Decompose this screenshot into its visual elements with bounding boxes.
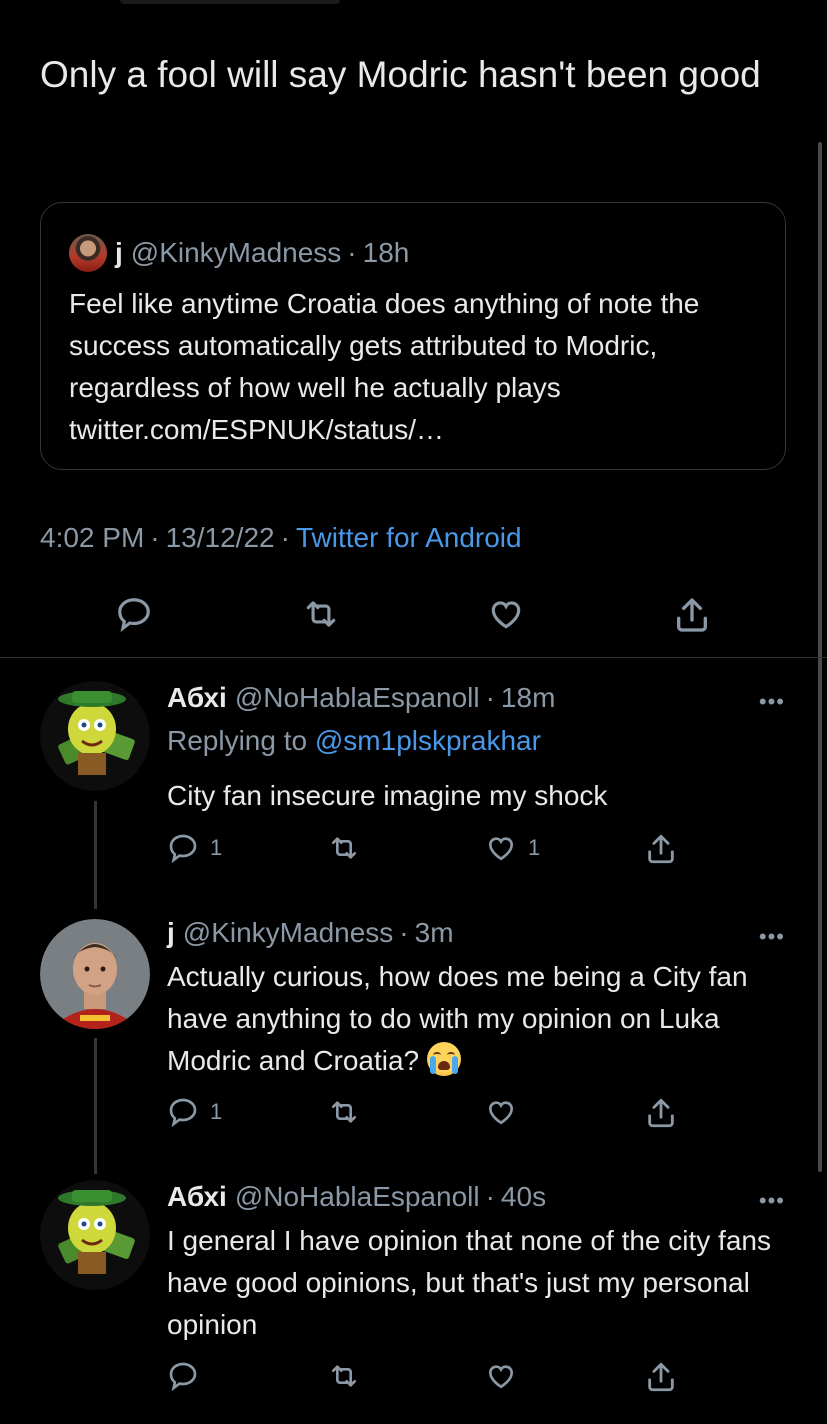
reply-button[interactable] — [166, 1360, 200, 1392]
like-icon — [488, 837, 514, 861]
share-button[interactable] — [672, 595, 712, 635]
share-icon — [648, 1362, 674, 1392]
retweet-button[interactable] — [300, 595, 342, 633]
like-button[interactable] — [486, 595, 526, 633]
retweet-icon — [306, 601, 336, 627]
reply-tweet-1[interactable]: Абхі @NoHablaEspanoll · 18m ••• Replying to… — [0, 681, 827, 921]
share-icon — [677, 598, 707, 632]
quoted-tweet-text: Feel like anytime Croatia does anything … — [69, 288, 700, 445]
tweet-text: Only a fool will say Modric hasn't been … — [40, 54, 761, 95]
replying-to-mention[interactable]: @sm1plskprakhar — [315, 725, 541, 756]
tweet-action-bar — [0, 595, 827, 635]
retweet-icon — [332, 1365, 356, 1387]
thread-line — [94, 801, 97, 909]
share-button[interactable] — [644, 832, 678, 866]
like-icon — [488, 1101, 514, 1125]
author-handle[interactable]: @KinkyMadness — [183, 917, 394, 948]
thread-line — [94, 1038, 97, 1174]
share-icon — [648, 1098, 674, 1128]
reply-count: 1 — [210, 835, 223, 860]
author-name[interactable]: Абхі — [167, 682, 227, 713]
reply-icon — [169, 1098, 197, 1128]
tweet-date[interactable]: 13/12/22 — [166, 522, 275, 553]
like-count: 1 — [528, 835, 541, 860]
quoted-author-name[interactable]: j — [115, 237, 123, 269]
reply-button[interactable] — [114, 595, 154, 633]
like-button[interactable]: 1 — [484, 832, 540, 864]
like-icon — [491, 601, 521, 629]
separator-dot: · — [347, 237, 357, 268]
replying-to-label: Replying to — [167, 725, 308, 756]
avatar[interactable] — [40, 1180, 150, 1290]
reply-count: 1 — [210, 1099, 223, 1124]
retweet-button[interactable] — [326, 1360, 362, 1392]
retweet-button[interactable] — [326, 1096, 362, 1128]
reply-tweet-2[interactable]: j @KinkyMadness · 3m ••• Actually curious, … — [0, 916, 827, 1176]
reply-age: 40s — [500, 1181, 547, 1212]
retweet-button[interactable] — [326, 832, 362, 864]
reply-button[interactable]: 1 — [166, 1096, 222, 1128]
quoted-tweet-age: 18h — [362, 237, 410, 268]
reply-age: 18m — [500, 682, 556, 713]
reply-header: Абхі @NoHablaEspanoll · 40s — [167, 1180, 546, 1214]
reply-age: 3m — [414, 917, 454, 948]
retweet-icon — [332, 837, 356, 859]
loudly-crying-face-icon — [426, 1042, 461, 1076]
tweet-time[interactable]: 4:02 PM — [40, 522, 144, 553]
share-icon — [648, 834, 674, 864]
reply-text: Actually curious, how does me being a Ci… — [167, 956, 797, 1082]
like-button[interactable] — [484, 1096, 518, 1128]
author-handle[interactable]: @NoHablaEspanoll — [235, 682, 480, 713]
quoted-author-handle[interactable]: @KinkyMadness — [131, 237, 342, 269]
top-edge — [120, 0, 340, 4]
share-button[interactable] — [644, 1360, 678, 1394]
reply-text: City fan insecure imagine my shock — [167, 780, 608, 811]
separator-dot: · — [150, 522, 160, 553]
reply-tweet-3[interactable]: Абхі @NoHablaEspanoll · 40s ••• I general I… — [0, 1180, 827, 1410]
reply-icon — [169, 834, 197, 864]
quoted-author-avatar[interactable] — [69, 234, 107, 272]
separator-dot: · — [485, 682, 495, 713]
retweet-icon — [332, 1101, 356, 1123]
share-button[interactable] — [644, 1096, 678, 1130]
author-handle[interactable]: @NoHablaEspanoll — [235, 1181, 480, 1212]
avatar[interactable] — [40, 919, 150, 1029]
divider — [0, 657, 827, 658]
tweet-meta: 4:02 PM · 13/12/22 · Twitter for Android — [40, 522, 522, 554]
tweet-thread-screen: Only a fool will say Modric hasn't been … — [0, 0, 827, 1424]
reply-icon — [169, 1362, 197, 1392]
tweet-source-link[interactable]: Twitter for Android — [296, 522, 522, 553]
quoted-tweet-header: j @KinkyMadness · 18h — [69, 233, 409, 273]
replying-to: Replying to @sm1plskprakhar — [167, 725, 541, 757]
like-icon — [488, 1365, 514, 1389]
reply-text: I general I have opinion that none of th… — [167, 1225, 771, 1340]
author-name[interactable]: j — [167, 917, 175, 948]
reply-header: j @KinkyMadness · 3m — [167, 916, 454, 950]
avatar[interactable] — [40, 681, 150, 791]
separator-dot: · — [485, 1181, 495, 1212]
more-icon[interactable]: ••• — [759, 1188, 785, 1214]
quoted-tweet[interactable]: j @KinkyMadness · 18h Feel like anytime … — [40, 202, 786, 470]
reply-icon — [118, 598, 150, 633]
more-icon[interactable]: ••• — [759, 924, 785, 950]
more-icon[interactable]: ••• — [759, 689, 785, 715]
reply-header: Абхі @NoHablaEspanoll · 18m — [167, 681, 555, 715]
separator-dot: · — [280, 522, 290, 553]
reply-button[interactable]: 1 — [166, 832, 222, 864]
separator-dot: · — [399, 917, 409, 948]
author-name[interactable]: Абхі — [167, 1181, 227, 1212]
like-button[interactable] — [484, 1360, 518, 1392]
